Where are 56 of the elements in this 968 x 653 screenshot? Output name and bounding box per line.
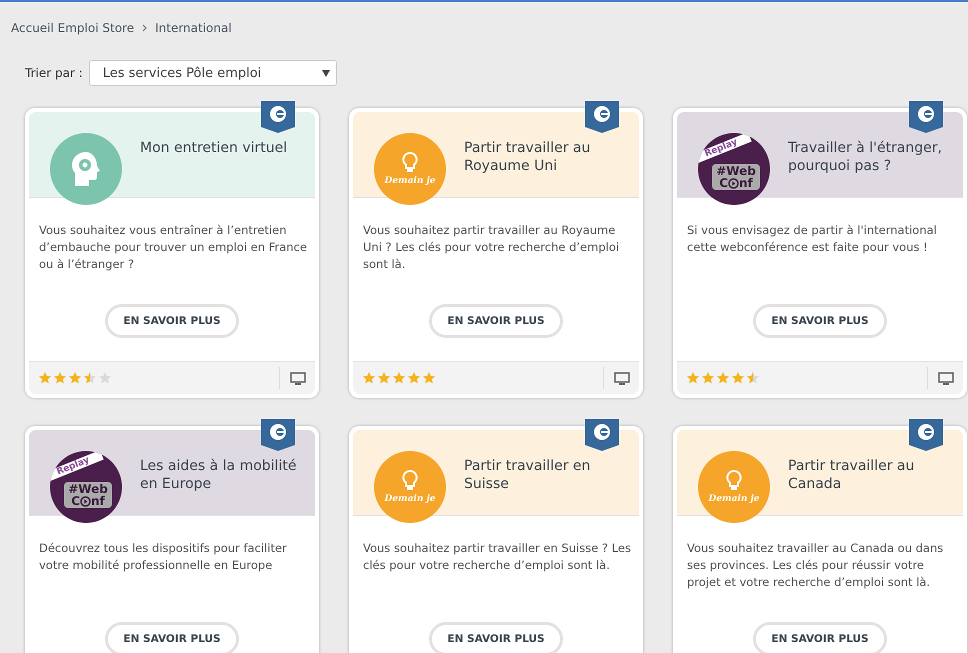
breadcrumb-item: International xyxy=(155,21,232,35)
card-description: Vous souhaitez vous entraîner à l’entretien d’embauche pour trouver un emploi en France ou à l’étranger ? xyxy=(38,222,308,273)
card-description: Si vous envisagez de partir à l'international cette webconférence est faite pour vous ! xyxy=(686,222,938,256)
star-icon xyxy=(68,371,82,385)
star-icon xyxy=(701,371,715,385)
caret-icon xyxy=(322,70,330,76)
logo-text: nf xyxy=(91,495,105,507)
monitor-icon xyxy=(614,372,630,384)
more-button[interactable]: EN SAVOIR PLUS xyxy=(753,622,887,653)
breadcrumb-item[interactable]: Accueil Emploi Store xyxy=(11,21,134,35)
star-icon xyxy=(746,371,760,385)
star-icon xyxy=(362,371,376,385)
bulb-icon xyxy=(402,152,418,174)
card-title: Partir travailler au Royaume Uni xyxy=(464,139,592,175)
card-title: Partir travailler au Canada xyxy=(788,457,916,493)
bulb-icon xyxy=(726,470,742,492)
logo-text: Demain je xyxy=(384,176,436,186)
star-icon xyxy=(407,371,421,385)
star-icon xyxy=(716,371,730,385)
star-icon xyxy=(38,371,52,385)
card-title: Les aides à la mobilité en Europe xyxy=(140,457,298,493)
more-button[interactable]: EN SAVOIR PLUS xyxy=(429,622,563,653)
card-description: Vous souhaitez partir travailler au Royaume Uni ? Les clés pour votre recherche d’emploi sont là. xyxy=(362,222,620,273)
star-icon xyxy=(392,371,406,385)
monitor-icon xyxy=(290,372,306,384)
star-icon xyxy=(98,371,112,385)
logo-text: Demain je xyxy=(384,494,436,504)
logo-text: nf xyxy=(739,177,753,189)
star-icon xyxy=(686,371,700,385)
star-icon xyxy=(83,371,97,385)
card-description: Vous souhaitez partir travailler en Suisse ? Les clés pour votre recherche d’emploi sont là. xyxy=(362,540,632,574)
more-button[interactable]: EN SAVOIR PLUS xyxy=(753,304,887,338)
star-icon xyxy=(422,371,436,385)
logo-text: C xyxy=(71,495,80,507)
logo-text: Demain je xyxy=(708,494,760,504)
more-button[interactable]: EN SAVOIR PLUS xyxy=(429,304,563,338)
play-icon xyxy=(728,178,740,188)
logo-text: C xyxy=(719,177,728,189)
more-button[interactable]: EN SAVOIR PLUS xyxy=(105,622,239,653)
card-title: Travailler à l'étranger, pourquoi pas ? xyxy=(788,139,943,175)
star-icon xyxy=(377,371,391,385)
sort-dropdown[interactable]: Les services Pôle emploi xyxy=(88,60,337,86)
star-icon xyxy=(53,371,67,385)
card-description: Vous souhaitez travailler au Canada ou dans ses provinces. Les clés pour réussir votre projet et votre recherche d’emploi sont là. xyxy=(686,540,944,591)
chevron-icon xyxy=(142,24,148,32)
play-icon xyxy=(80,496,92,506)
logo-text: #Web xyxy=(716,165,756,177)
logo-text: #Web xyxy=(68,483,108,495)
star-icon xyxy=(731,371,745,385)
sort-label: Trier par : xyxy=(25,66,83,80)
more-button[interactable]: EN SAVOIR PLUS xyxy=(105,304,239,338)
bulb-icon xyxy=(402,470,418,492)
monitor-icon xyxy=(938,372,954,384)
card-title: Partir travailler en Suisse xyxy=(464,457,592,493)
card-title: Mon entretien virtuel xyxy=(140,139,288,157)
card-description: Découvrez tous les dispositifs pour faciliter votre mobilité professionnelle en Europe xyxy=(38,540,288,574)
